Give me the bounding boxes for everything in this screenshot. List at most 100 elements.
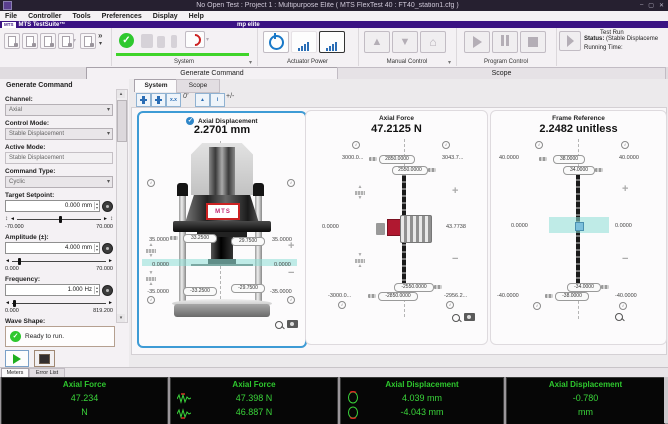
slider-thumb[interactable] — [13, 300, 16, 307]
spinner-icon[interactable]: ▴▾ — [94, 286, 98, 294]
chevron-down-icon[interactable]: ▾ — [448, 59, 451, 66]
gear-icon[interactable] — [102, 285, 113, 296]
menu-file[interactable]: File — [5, 13, 17, 20]
scroll-up-icon[interactable]: ▴ — [117, 90, 125, 98]
zoom-icon[interactable] — [615, 313, 623, 321]
gear-icon[interactable] — [102, 243, 113, 254]
chevron-down-icon[interactable]: ▾ — [249, 59, 252, 66]
system-ok-icon[interactable]: ✓ — [119, 33, 134, 48]
jog-min-icon[interactable]: ↕ — [5, 215, 8, 223]
plus-icon[interactable]: + — [288, 241, 294, 251]
amplitude-input[interactable]: 4.000mm ▴▾ — [5, 242, 100, 254]
actuator-power-button[interactable] — [263, 31, 289, 53]
actuator-view-icon[interactable] — [136, 93, 151, 107]
gauge-axial-displacement[interactable]: ✓ Axial Displacement 2.2701 mm MTS i i 3… — [137, 111, 307, 348]
zero-offset-icon[interactable]: 0' — [183, 93, 188, 100]
minus-icon[interactable]: − — [288, 268, 294, 278]
info-icon[interactable]: i — [147, 179, 155, 187]
minus-icon[interactable]: − — [452, 253, 458, 265]
scroll-thumb[interactable] — [117, 100, 127, 142]
slider-right-icon[interactable]: ► — [108, 299, 113, 307]
gauge-axial-force[interactable]: Axial Force 47.2125 N i i 3000.0... 2850… — [305, 110, 488, 345]
minus-icon[interactable]: − — [622, 253, 628, 265]
jog-max-icon[interactable]: ↕ — [110, 215, 113, 223]
close-button[interactable]: ✕ — [659, 2, 664, 9]
program-stop-button[interactable] — [520, 31, 546, 53]
info-icon[interactable]: i — [338, 301, 346, 309]
maximize-button[interactable]: ▢ — [648, 2, 654, 9]
menu-preferences[interactable]: Preferences — [102, 13, 142, 20]
chevron-down-icon[interactable]: ▾ — [73, 37, 76, 44]
stop-button[interactable] — [34, 350, 55, 367]
amplitude-slider[interactable]: ◄ ► — [5, 257, 113, 265]
plus-icon[interactable]: + — [622, 183, 628, 195]
target-setpoint-input[interactable]: 0.000mm ▴▾ — [5, 200, 100, 212]
slider-thumb[interactable] — [18, 258, 21, 265]
frequency-input[interactable]: 1.000Hz ▴▾ — [5, 284, 100, 296]
scroll-down-icon[interactable]: ▾ — [117, 314, 125, 322]
plus-icon[interactable]: + — [452, 185, 458, 197]
open-test-icon[interactable] — [40, 33, 56, 49]
menu-display[interactable]: Display — [153, 13, 178, 20]
jog-down-button[interactable]: ▼ — [392, 31, 418, 53]
jog-up-button[interactable]: ▲ — [364, 31, 390, 53]
info-icon[interactable]: i — [619, 302, 627, 310]
program-run-button[interactable] — [464, 31, 490, 53]
jog-up-control[interactable]: ▲▼ — [354, 185, 366, 201]
slider-right-icon[interactable]: ► — [108, 257, 113, 265]
info-icon[interactable]: i — [287, 179, 295, 187]
info-icon[interactable]: i — [533, 302, 541, 310]
slider-left-icon[interactable]: ◄ — [5, 299, 10, 307]
tab-scope-inner[interactable]: Scope — [176, 79, 220, 93]
target-setpoint-slider[interactable]: ↕ ◄ ► ↕ — [5, 215, 113, 223]
slider-right-icon[interactable]: ► — [103, 215, 108, 223]
slider-left-icon[interactable]: ◄ — [5, 257, 10, 265]
command-type-select[interactable]: Cyclic ▾ — [5, 176, 113, 188]
jog-down-control[interactable]: ▼▲ — [145, 271, 157, 287]
new-test-icon[interactable] — [4, 33, 20, 49]
meters-scrollbar[interactable] — [664, 377, 668, 423]
snapshot-icon[interactable] — [287, 320, 298, 328]
info-icon[interactable]: i — [352, 141, 360, 149]
info-icon[interactable]: i — [442, 141, 450, 149]
save-test-icon[interactable] — [58, 33, 74, 49]
home-button[interactable]: ⌂ — [420, 31, 446, 53]
hsm-low-button[interactable] — [291, 31, 317, 53]
print-test-icon[interactable] — [80, 33, 96, 49]
info-icon[interactable]: i — [621, 141, 629, 149]
hsm-high-button[interactable] — [319, 31, 345, 53]
jog-up-control[interactable]: ▲▼ — [145, 243, 157, 259]
slider-thumb[interactable] — [59, 216, 62, 223]
frequency-slider[interactable]: ◄ ► — [5, 299, 113, 307]
plus-minus-icon[interactable]: +/- — [226, 93, 234, 100]
spinner-icon[interactable]: ▴▾ — [94, 244, 98, 252]
run-button[interactable] — [5, 350, 29, 367]
channel-select[interactable]: Axial ▾ — [5, 104, 113, 116]
control-mode-select[interactable]: Stable Displacement ▾ — [5, 128, 113, 140]
interlock-reset-button[interactable] — [185, 31, 205, 48]
run-test-button[interactable] — [559, 31, 581, 51]
menu-help[interactable]: Help — [189, 13, 204, 20]
chevron-down-icon[interactable]: ▾ — [206, 36, 209, 43]
left-panel-scrollbar[interactable]: ▴ ▾ — [116, 89, 128, 323]
info-icon[interactable]: i — [446, 301, 454, 309]
menu-controller[interactable]: Controller — [28, 13, 61, 20]
tab-system[interactable]: System — [134, 79, 178, 92]
program-pause-button[interactable] — [492, 31, 518, 53]
chevron-down-icon[interactable]: ▾ — [99, 40, 102, 47]
jog-down-control[interactable]: ▼▲ — [354, 253, 366, 269]
zoom-icon[interactable] — [275, 321, 283, 329]
info-toggle-icon[interactable]: i — [210, 93, 225, 107]
info-icon[interactable]: i — [535, 141, 543, 149]
info-icon[interactable]: i — [287, 296, 295, 304]
overflow-icon[interactable]: » — [98, 31, 102, 40]
menu-tools[interactable]: Tools — [73, 13, 91, 20]
updown-range-icon[interactable]: ▲ — [195, 93, 210, 107]
snapshot-icon[interactable] — [464, 313, 475, 321]
numeric-display-icon[interactable]: x.x — [166, 93, 181, 107]
info-icon[interactable]: i — [147, 296, 155, 304]
zoom-icon[interactable] — [452, 314, 460, 322]
minimize-button[interactable]: – — [640, 2, 643, 9]
actuator-limits-icon[interactable] — [151, 93, 166, 107]
spinner-icon[interactable]: ▴▾ — [94, 202, 98, 210]
